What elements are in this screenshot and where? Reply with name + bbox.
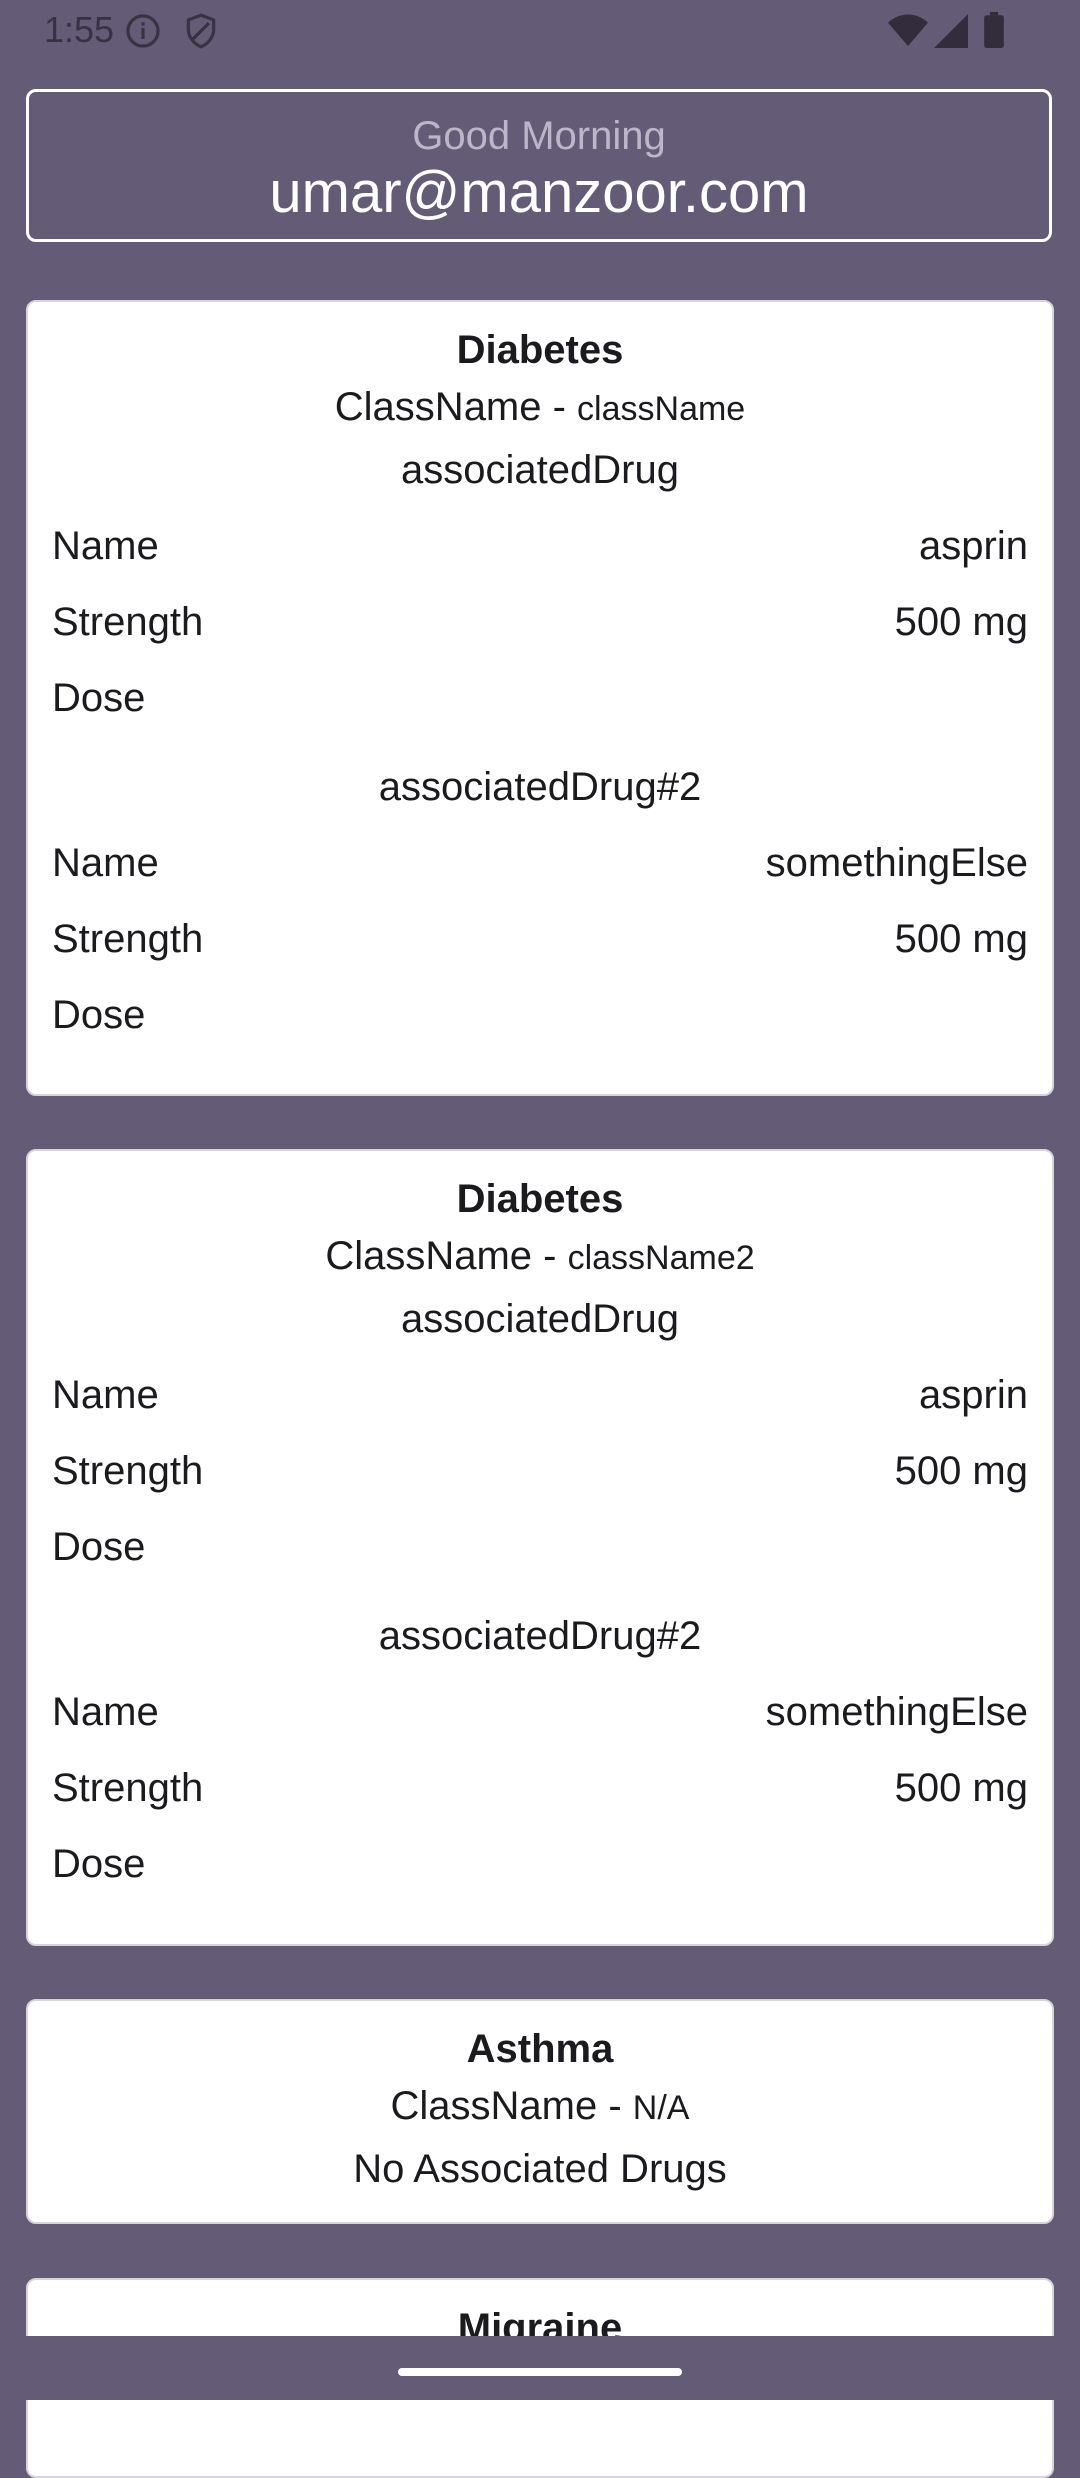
- status-bar: 1:55: [0, 0, 1080, 60]
- greeting-text: Good Morning: [412, 114, 666, 158]
- drug-dose-row: Dose: [52, 673, 1028, 723]
- drug-heading: associatedDrug#2: [378, 1614, 702, 1658]
- no-drugs-text: No Associated Drugs: [353, 2147, 727, 2191]
- dose-label: Dose: [52, 676, 146, 720]
- class-name-value: className2: [567, 1239, 755, 1277]
- name-label: Name: [52, 1690, 159, 1734]
- greeting-card: Good Morning umar@manzoor.com: [26, 89, 1052, 242]
- dose-label: Dose: [52, 993, 146, 1037]
- wifi-icon: [888, 14, 928, 53]
- class-name-label: ClassName -: [334, 385, 578, 429]
- info-icon: [124, 12, 162, 55]
- strength-label: Strength: [52, 1766, 204, 1810]
- drug-heading: associatedDrug: [401, 1297, 679, 1341]
- drug-strength-row: Strength 500 mg: [52, 1446, 1028, 1496]
- drug-name-row: Name asprin: [52, 1370, 1028, 1420]
- strength-label: Strength: [52, 1449, 204, 1493]
- drug-dose-row: Dose: [52, 990, 1028, 1040]
- name-label: Name: [52, 841, 159, 885]
- signal-icon: [934, 14, 968, 53]
- drug-name-value: somethingElse: [765, 1690, 1028, 1734]
- class-name-line: ClassName - className: [28, 382, 1052, 434]
- drug-name-row: Name somethingElse: [52, 1687, 1028, 1737]
- navigation-bar: [0, 2336, 1080, 2400]
- drug-dose-row: Dose: [52, 1522, 1028, 1572]
- drug-strength-value: 500 mg: [894, 1449, 1028, 1493]
- condition-title: Asthma: [466, 2027, 614, 2071]
- drug-name-value: asprin: [919, 1373, 1028, 1417]
- status-time: 1:55: [44, 9, 115, 50]
- drug-heading: associatedDrug: [401, 448, 679, 492]
- condition-title: Diabetes: [456, 1177, 624, 1221]
- drug-name-row: Name somethingElse: [52, 838, 1028, 888]
- drug-strength-value: 500 mg: [894, 1766, 1028, 1810]
- user-email: umar@manzoor.com: [269, 160, 809, 225]
- condition-card[interactable]: Asthma ClassName - N/A No Associated Dru…: [26, 1999, 1054, 2224]
- drug-name-row: Name asprin: [52, 521, 1028, 571]
- class-name-label: ClassName -: [390, 2084, 633, 2128]
- strength-label: Strength: [52, 600, 204, 644]
- dose-label: Dose: [52, 1525, 146, 1569]
- drug-strength-row: Strength 500 mg: [52, 914, 1028, 964]
- class-name-line: ClassName - className2: [28, 1231, 1052, 1283]
- drug-dose-row: Dose: [52, 1839, 1028, 1889]
- drug-strength-value: 500 mg: [894, 917, 1028, 961]
- drug-name-value: asprin: [919, 524, 1028, 568]
- class-name-label: ClassName -: [325, 1234, 568, 1278]
- drug-strength-value: 500 mg: [894, 600, 1028, 644]
- drug-heading: associatedDrug#2: [378, 765, 702, 809]
- dose-label: Dose: [52, 1842, 146, 1886]
- condition-card[interactable]: Diabetes ClassName - className2 associat…: [26, 1149, 1054, 1946]
- drug-strength-row: Strength 500 mg: [52, 1763, 1028, 1813]
- gesture-handle[interactable]: [398, 2368, 682, 2376]
- class-name-line: ClassName - N/A: [28, 2081, 1052, 2133]
- drug-strength-row: Strength 500 mg: [52, 597, 1028, 647]
- drug-name-value: somethingElse: [765, 841, 1028, 885]
- name-label: Name: [52, 524, 159, 568]
- condition-card[interactable]: Diabetes ClassName - className associate…: [26, 300, 1054, 1096]
- name-label: Name: [52, 1373, 159, 1417]
- class-name-value: N/A: [632, 2089, 690, 2127]
- class-name-value: className: [577, 390, 746, 428]
- shield-icon: [182, 12, 220, 55]
- strength-label: Strength: [52, 917, 204, 961]
- battery-icon: [984, 12, 1004, 53]
- condition-title: Diabetes: [456, 328, 624, 372]
